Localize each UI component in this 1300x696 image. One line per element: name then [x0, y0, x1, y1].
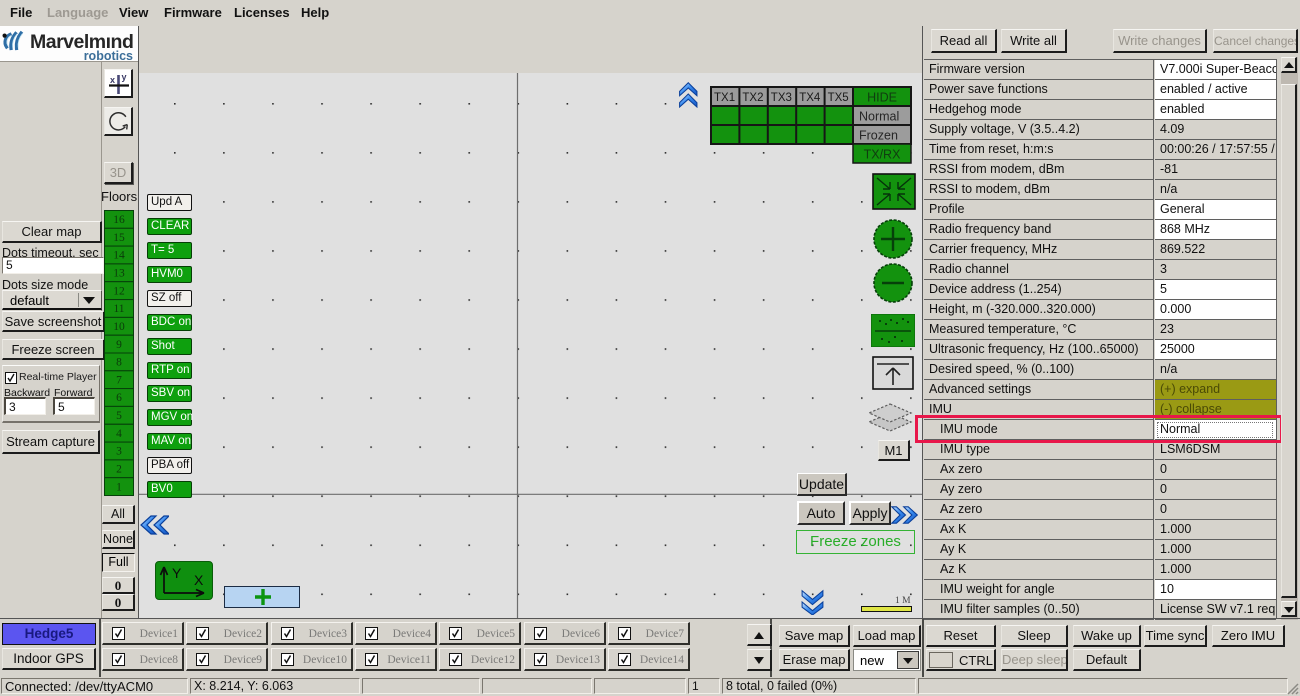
- svg-text:X: X: [194, 572, 204, 588]
- svg-text:3: 3: [116, 446, 122, 458]
- svg-text:HIDE: HIDE: [867, 91, 897, 105]
- svg-text:TX/RX: TX/RX: [864, 148, 901, 162]
- svg-text:11: 11: [113, 303, 124, 315]
- svg-text:6: 6: [116, 392, 122, 404]
- svg-text:TX4: TX4: [799, 92, 821, 104]
- svg-text:12: 12: [113, 285, 125, 297]
- svg-text:x: x: [110, 75, 115, 85]
- svg-text:TX5: TX5: [828, 92, 849, 104]
- svg-text:TX2: TX2: [742, 92, 763, 104]
- svg-text:13: 13: [113, 268, 125, 280]
- svg-text:15: 15: [113, 232, 125, 244]
- svg-text:Y: Y: [172, 565, 182, 581]
- svg-text:8: 8: [116, 357, 122, 369]
- svg-text:TX3: TX3: [771, 92, 792, 104]
- svg-text:5: 5: [116, 410, 122, 422]
- svg-text:14: 14: [113, 250, 125, 262]
- svg-text:y: y: [122, 72, 127, 82]
- svg-text:7: 7: [116, 374, 122, 386]
- svg-text:2: 2: [116, 464, 122, 476]
- svg-text:16: 16: [113, 214, 125, 226]
- svg-text:4: 4: [116, 428, 122, 440]
- svg-text:TX1: TX1: [714, 92, 735, 104]
- svg-text:9: 9: [116, 339, 122, 351]
- svg-text:1: 1: [116, 481, 122, 493]
- svg-text:Normal: Normal: [859, 110, 899, 124]
- svg-text:Frozen: Frozen: [859, 129, 898, 143]
- svg-text:10: 10: [113, 321, 125, 333]
